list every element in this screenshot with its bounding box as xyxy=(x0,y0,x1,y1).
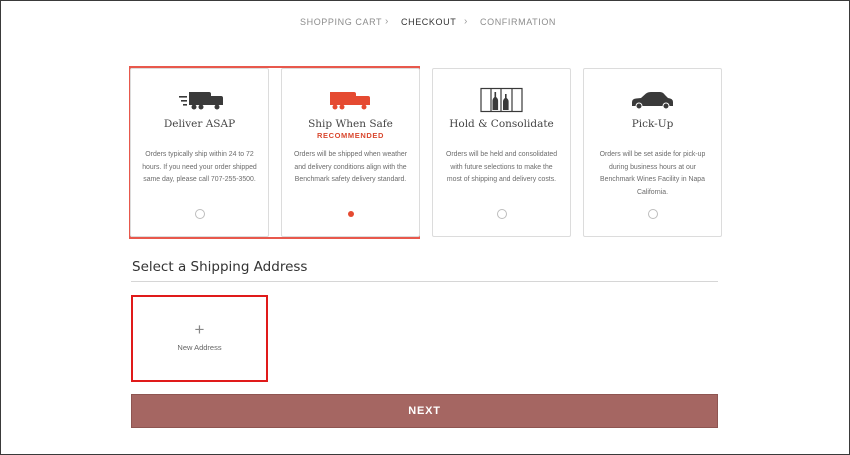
option-description: Orders typically ship within 24 to 72 ho… xyxy=(142,151,257,184)
new-address-button[interactable]: + New Address xyxy=(131,295,268,382)
option-radio[interactable] xyxy=(195,209,205,219)
step-separator-icon: › xyxy=(385,16,389,27)
option-hold-consolidate[interactable]: Hold & Consolidate Orders will be held a… xyxy=(432,68,571,237)
truck-icon xyxy=(282,87,419,113)
section-title: Select a Shipping Address xyxy=(132,259,308,275)
option-deliver-asap[interactable]: Deliver ASAP Orders typically ship withi… xyxy=(130,68,269,237)
option-ship-when-safe[interactable]: Ship When Safe RECOMMENDED Orders will b… xyxy=(281,68,420,237)
option-radio[interactable] xyxy=(497,209,507,219)
plus-icon: + xyxy=(194,320,205,339)
delivery-truck-icon xyxy=(131,87,268,113)
step-separator-icon: › xyxy=(464,16,468,27)
car-icon xyxy=(584,87,721,113)
option-pick-up[interactable]: Pick-Up Orders will be set aside for pic… xyxy=(583,68,722,237)
divider xyxy=(131,281,718,282)
option-description: Orders will be held and consolidated wit… xyxy=(445,151,558,184)
option-title: Deliver ASAP xyxy=(163,118,236,130)
next-button[interactable]: NEXT xyxy=(131,394,718,428)
page-frame xyxy=(0,0,850,455)
step-checkout: CHECKOUT xyxy=(401,17,457,27)
option-radio-selected[interactable] xyxy=(346,209,356,219)
option-radio[interactable] xyxy=(648,209,658,219)
step-confirmation: CONFIRMATION xyxy=(480,17,557,27)
checkout-steps: SHOPPING CART › CHECKOUT › CONFIRMATION xyxy=(0,16,850,31)
option-title: Hold & Consolidate xyxy=(449,118,554,130)
option-description: Orders will be set aside for pick-up dur… xyxy=(599,151,706,196)
option-description: Orders will be shipped when weather and … xyxy=(294,151,407,184)
option-title: Ship When Safe xyxy=(308,118,393,130)
new-address-label: New Address xyxy=(177,343,222,352)
recommended-badge: RECOMMENDED xyxy=(316,131,385,140)
wine-storage-icon xyxy=(433,87,570,113)
step-shopping-cart[interactable]: SHOPPING CART xyxy=(300,17,382,27)
option-title: Pick-Up xyxy=(631,118,674,130)
